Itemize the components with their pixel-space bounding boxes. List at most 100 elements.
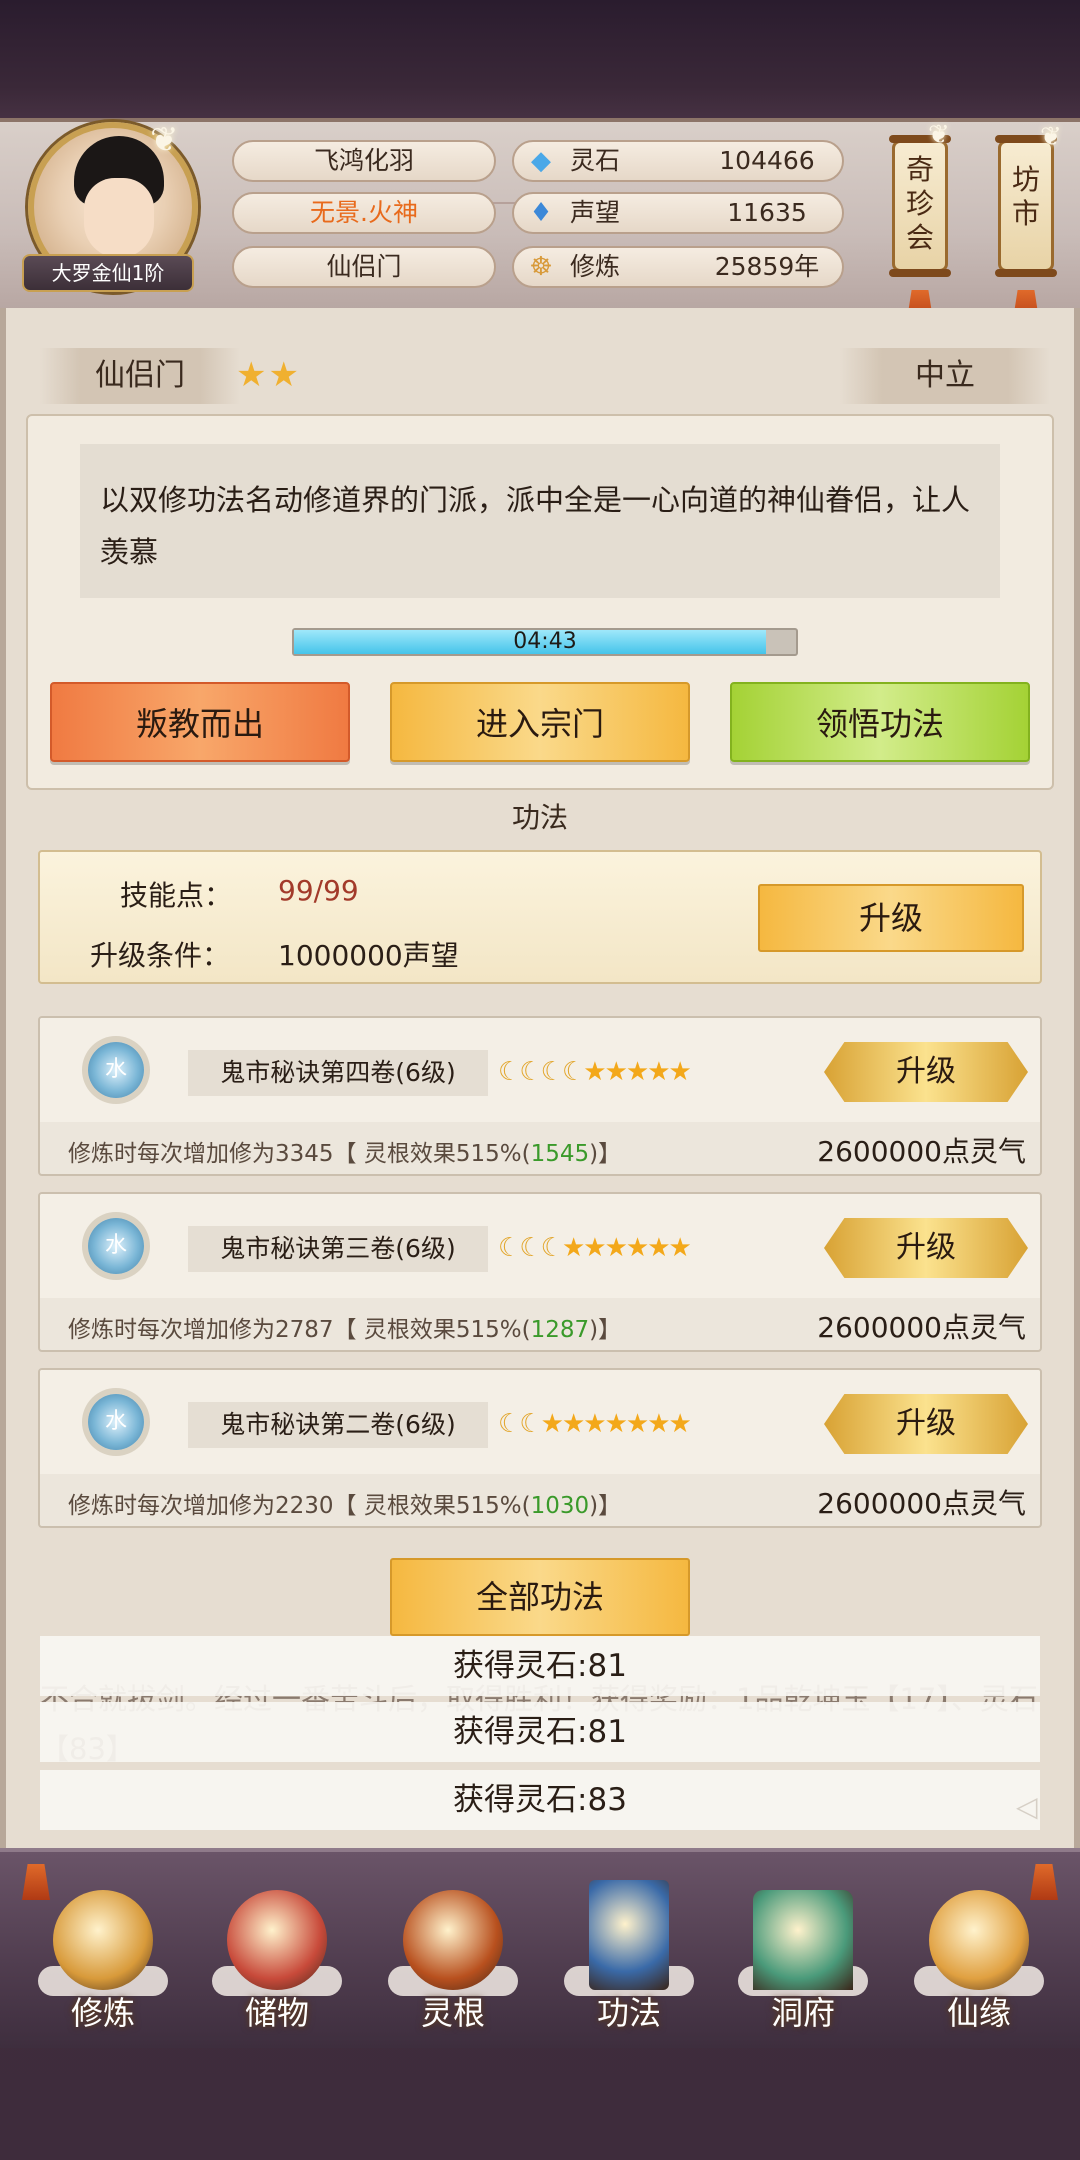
resource-value: 104466	[719, 146, 815, 175]
nav-label: 修炼	[70, 1994, 135, 2032]
all-techniques-button[interactable]: 全部功法	[390, 1558, 690, 1636]
technique-upgrade-button[interactable]: 升级	[824, 1394, 1028, 1454]
nav-label: 仙缘	[946, 1994, 1011, 2032]
book-icon	[589, 1880, 669, 1990]
star-icon: ★	[561, 1233, 585, 1263]
gem-icon: ◆	[531, 146, 551, 176]
technique-description: 修炼时每次增加修为2787【 灵根效果515%(1287)】	[68, 1317, 622, 1343]
butterfly-icon: ❦	[928, 120, 950, 150]
sect-name: 仙侣门	[40, 348, 240, 404]
star-icon: ★	[668, 1233, 692, 1263]
technique-upgrade-button[interactable]: 升级	[824, 1218, 1028, 1278]
nav-fate[interactable]: 仙缘	[904, 1890, 1054, 2040]
player-sect: 仙侣门	[232, 246, 496, 288]
moon-icon: ☾	[561, 1057, 585, 1087]
star-icon: ★	[561, 1409, 585, 1439]
nav-storage[interactable]: 储物	[202, 1890, 352, 2040]
star-icon: ★	[625, 1057, 649, 1087]
market-button[interactable]: 坊市	[995, 135, 1057, 277]
player-title: 飞鸿化羽	[232, 140, 496, 182]
market-label: 坊市	[1012, 163, 1041, 230]
sect-progress-bar: 04:43	[292, 628, 798, 656]
resource-value: 25859年	[714, 252, 820, 281]
moon-icon: ☾	[498, 1233, 521, 1263]
water-element-icon: 水	[88, 1394, 144, 1450]
nav-cultivate[interactable]: 修炼	[28, 1890, 178, 2040]
resource-spirit-stone: ◆ 灵石 104466	[512, 140, 844, 182]
nav-label: 储物	[244, 1994, 309, 2032]
moon-icon: ☾	[519, 1057, 542, 1087]
storage-bag-icon	[227, 1890, 327, 1990]
avatar-face	[84, 178, 154, 258]
rank-badge: 大罗金仙1阶	[22, 254, 194, 292]
technique-card: 水 鬼市秘诀第四卷(6级) ☾☾☾☾★★★★★ 升级 修炼时每次增加修为3345…	[38, 1016, 1042, 1176]
meditation-icon: ☸	[529, 252, 553, 282]
technique-rating: ☾☾☾☾★★★★★	[498, 1054, 692, 1090]
moon-icon: ☾	[519, 1409, 542, 1439]
star-icon: ★	[583, 1057, 606, 1087]
treasure-auction-button[interactable]: 奇珍会	[889, 135, 951, 277]
technique-description: 修炼时每次增加修为3345【 灵根效果515%(1545)】	[68, 1141, 622, 1167]
star-icon: ★	[647, 1057, 670, 1087]
moon-icon: ☾	[540, 1057, 564, 1087]
nav-spirit-root[interactable]: 灵根	[378, 1890, 528, 2040]
nav-technique[interactable]: 功法	[554, 1880, 704, 2040]
upgrade-condition-value: 1000000声望	[278, 939, 459, 972]
skill-points-value: 99/99	[278, 874, 359, 907]
nav-label: 洞府	[770, 1994, 835, 2032]
butterfly-icon: ❦	[150, 120, 179, 160]
technique-name: 鬼市秘诀第四卷(6级)	[188, 1050, 488, 1096]
moon-icon: ☾	[498, 1409, 521, 1439]
progress-timer: 04:43	[513, 629, 577, 654]
resource-label: 声望	[570, 198, 621, 227]
cave-mansion-icon	[753, 1890, 853, 1990]
gourd-icon	[929, 1890, 1029, 1990]
technique-cost: 2600000点灵气	[817, 1311, 1026, 1344]
nav-cave-mansion[interactable]: 洞府	[728, 1890, 878, 2040]
reward-toast: 获得灵石:81	[40, 1636, 1040, 1696]
star-icon: ★	[604, 1057, 628, 1087]
resource-cultivation: ☸ 修炼 25859年	[512, 246, 844, 288]
star-icon: ★	[604, 1233, 628, 1263]
enter-sect-button[interactable]: 进入宗门	[390, 682, 690, 762]
upgrade-button[interactable]: 升级	[758, 884, 1024, 952]
cultivate-icon	[53, 1890, 153, 1990]
reputation-icon: ♦	[529, 198, 553, 228]
spirit-root-icon	[403, 1890, 503, 1990]
star-icon: ★	[647, 1409, 670, 1439]
reward-toast: 获得灵石:83	[40, 1770, 1040, 1830]
technique-description: 修炼时每次增加修为2230【 灵根效果515%(1030)】	[68, 1493, 622, 1519]
technique-card: 水 鬼市秘诀第三卷(6级) ☾☾☾★★★★★★ 升级 修炼时每次增加修为2787…	[38, 1192, 1042, 1352]
moon-icon: ☾	[540, 1233, 564, 1263]
water-element-icon: 水	[88, 1042, 144, 1098]
technique-cost: 2600000点灵气	[817, 1135, 1026, 1168]
reward-toast: 获得灵石:81	[40, 1702, 1040, 1762]
resource-value: 11635	[727, 198, 807, 227]
resource-label: 修炼	[570, 252, 621, 281]
technique-cost: 2600000点灵气	[817, 1487, 1026, 1520]
technique-name: 鬼市秘诀第二卷(6级)	[188, 1402, 488, 1448]
resource-label: 灵石	[570, 146, 621, 175]
star-icon: ★	[647, 1233, 670, 1263]
star-icon: ★	[668, 1057, 692, 1087]
star-icon: ★	[583, 1409, 606, 1439]
nav-label: 灵根	[420, 1994, 485, 2032]
star-icon: ★	[668, 1409, 692, 1439]
star-icon: ★	[540, 1409, 564, 1439]
player-name: 无景.火神	[232, 192, 496, 234]
technique-rating: ☾☾★★★★★★★	[498, 1406, 692, 1442]
technique-rating: ☾☾☾★★★★★★	[498, 1230, 692, 1266]
betray-sect-button[interactable]: 叛教而出	[50, 682, 350, 762]
skill-points-label: 技能点：	[120, 879, 233, 912]
learn-technique-button[interactable]: 领悟功法	[730, 682, 1030, 762]
resource-reputation: ♦ 声望 11635	[512, 192, 844, 234]
gongfa-section-title: 功法	[511, 801, 568, 834]
star-icon: ★	[583, 1233, 606, 1263]
water-element-icon: 水	[88, 1218, 144, 1274]
technique-upgrade-button[interactable]: 升级	[824, 1042, 1028, 1102]
star-icon: ★	[625, 1409, 649, 1439]
star-icon: ★	[625, 1233, 649, 1263]
moon-icon: ☾	[519, 1233, 542, 1263]
upgrade-condition-label: 升级条件：	[90, 939, 231, 972]
log-scroll-icon[interactable]: ◁	[1016, 1790, 1038, 1823]
